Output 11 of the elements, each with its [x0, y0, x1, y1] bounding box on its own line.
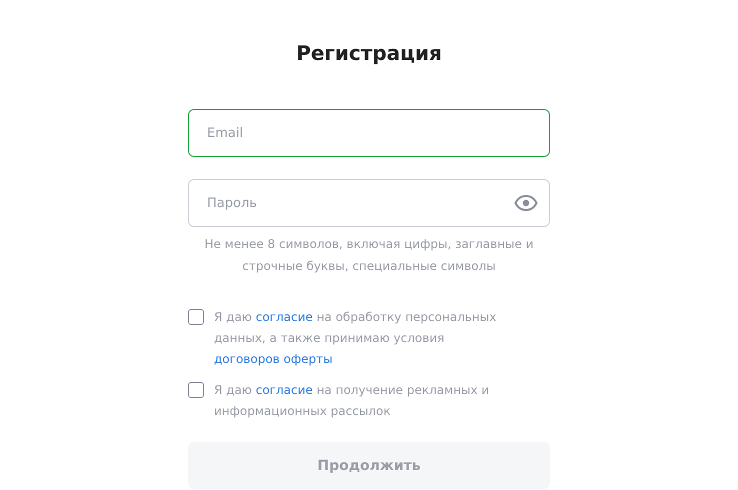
checkbox[interactable] — [188, 382, 204, 398]
consent-link[interactable]: согласие — [256, 383, 313, 397]
checkbox[interactable] — [188, 309, 204, 325]
consent-link[interactable]: согласие — [256, 310, 313, 324]
input-field[interactable]: Email — [188, 109, 550, 157]
consent-text: Я даю согласие на обработку персональных данных, а также принимаю условия договоров оферты — [214, 309, 498, 368]
consent-link[interactable]: договоров оферты — [214, 352, 333, 366]
consent-text: Я даю согласие на получение рекламных и информационных рассылок — [214, 382, 490, 420]
input-field[interactable]: Пароль — [188, 179, 550, 227]
page-title: Регистрация — [295, 40, 443, 67]
password-hint: Не менее 8 символов, включая цифры, заглавные и строчные буквы, специальные символы — [203, 236, 535, 275]
